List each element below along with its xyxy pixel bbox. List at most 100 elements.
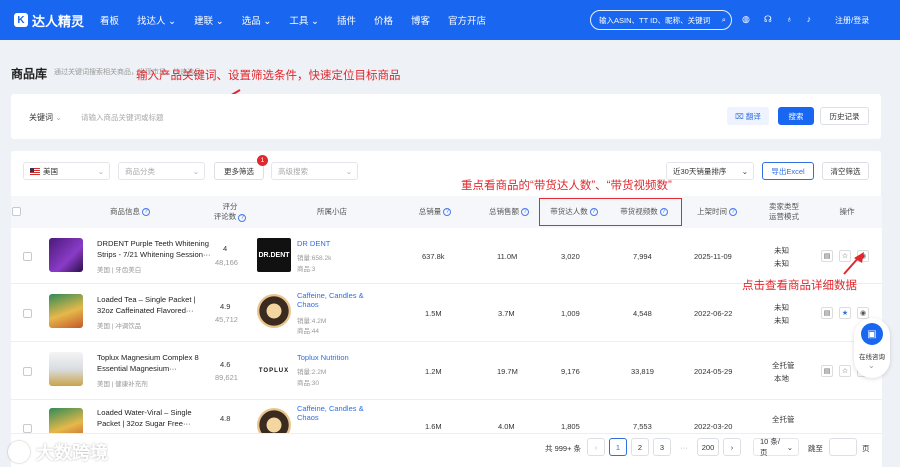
row-checkbox[interactable] (23, 424, 32, 433)
annotation-arrow-right (843, 252, 864, 275)
prev-page-button[interactable]: ‹ (587, 438, 605, 456)
shop-name[interactable]: Caffeine, Candles & Chaos (297, 404, 364, 422)
table-row[interactable]: DRDENT Purple Teeth Whitening Strips - 7/… (11, 228, 882, 284)
seller-type: 全托管 (772, 361, 795, 370)
annotation-top: 输入产品关键词、设置筛选条件，快速定位目标商品 (136, 70, 401, 82)
shop-logo[interactable]: DR.DENT (257, 238, 291, 272)
translate-button[interactable]: ⌧ 翻译 (727, 107, 769, 125)
row-checkbox[interactable] (23, 367, 32, 376)
product-title[interactable]: Loaded Tea – Single Packet | 32oz Caffein… (97, 294, 219, 316)
shop-logo[interactable]: TOPLUX (257, 354, 291, 388)
menu-item-find-creators[interactable]: 找达人 ⌄ (137, 13, 176, 27)
info-icon[interactable]: ? (238, 214, 247, 222)
globe-icon[interactable]: ◍ (742, 14, 750, 25)
review-count: 45,712 (215, 315, 238, 324)
row-checkbox[interactable] (23, 309, 32, 318)
menu-item-plugin[interactable]: 插件 (337, 13, 356, 27)
star-icon[interactable]: ☆ (839, 365, 851, 377)
product-title[interactable]: Loaded Water-Viral – Single Packet | 32oz… (97, 407, 219, 429)
menu-item-blog[interactable]: 博客 (411, 13, 430, 27)
sort-select[interactable]: 近30天销量排序 ⌄ (666, 162, 754, 180)
product-thumbnail[interactable] (49, 294, 83, 328)
table-row[interactable]: Toplux Magnesium Complex 8 Essential Magn… (11, 342, 882, 400)
goto-page-input[interactable] (829, 438, 857, 456)
clear-filters-button[interactable]: 清空筛选 (822, 162, 869, 180)
shop-name[interactable]: Caffeine, Candles & Chaos (297, 291, 364, 309)
col-total-revenue: 总销售额? (478, 196, 540, 228)
menu-item-dashboard[interactable]: 看板 (100, 13, 119, 27)
page-2-button[interactable]: 2 (631, 438, 649, 456)
seller-type: 未知 (774, 246, 789, 255)
copy-icon[interactable]: ▤ (821, 365, 833, 377)
pagination-ellipsis[interactable]: ··· (675, 438, 693, 456)
info-icon[interactable]: ? (443, 208, 452, 216)
login-link[interactable]: 注册/登录 (835, 15, 869, 26)
copy-icon[interactable]: ▤ (821, 307, 833, 319)
creator-count: 1,009 (561, 309, 580, 318)
category-select[interactable]: 商品分类 ⌄ (118, 162, 205, 180)
pagination-bar (11, 434, 882, 467)
advanced-search-select[interactable]: 高级搜索 ⌄ (271, 162, 358, 180)
shop-name[interactable]: Toplux Nutrition (297, 353, 349, 362)
total-sales: 1.6M (425, 422, 442, 431)
view-details-icon[interactable]: ◉ (857, 307, 869, 319)
info-icon[interactable]: ? (142, 208, 150, 216)
col-rating-reviews: 评分 评论数? (212, 196, 248, 228)
star-icon[interactable]: ★ (839, 307, 851, 319)
online-consult-label: 在线咨询 (859, 354, 885, 361)
logo[interactable]: K 达人精灵 (14, 11, 100, 30)
product-thumbnail[interactable] (49, 352, 83, 386)
menu-item-outreach[interactable]: 建联 ⌄ (194, 13, 224, 27)
shop-logo[interactable] (257, 408, 291, 433)
page-3-button[interactable]: 3 (653, 438, 671, 456)
total-revenue: 3.7M (498, 309, 515, 318)
menu-item-official-store[interactable]: 官方开店 (448, 13, 486, 27)
info-icon[interactable]: ? (729, 208, 737, 216)
history-button[interactable]: 历史记录 (820, 107, 869, 125)
shop-name[interactable]: DR DENT (297, 239, 330, 248)
more-filters-button[interactable]: 更多筛选 (214, 162, 264, 180)
lightbulb-icon[interactable]: ♁ (786, 14, 793, 25)
keyword-input[interactable]: 请输入商品关键词或标题 (81, 112, 164, 123)
product-thumbnail[interactable] (49, 238, 83, 272)
page-size-select[interactable]: 10 条/页 ⌄ (753, 437, 799, 457)
ops-mode: 未知 (774, 316, 789, 325)
select-all-checkbox[interactable] (12, 207, 21, 216)
headset-icon[interactable]: ☊ (764, 14, 772, 25)
col-launch-date: 上架时间? (690, 196, 744, 228)
page-1-button[interactable]: 1 (609, 438, 627, 456)
table-row[interactable]: Loaded Water-Viral – Single Packet | 32oz… (11, 400, 882, 434)
chevron-down-icon[interactable]: ⌄ (868, 361, 875, 370)
search-icon[interactable]: ⌕ (722, 15, 726, 25)
export-excel-button[interactable]: 导出Excel (762, 162, 814, 180)
menu-item-product-selection[interactable]: 选品 ⌄ (242, 13, 272, 27)
online-consult-widget[interactable]: ▣ 在线咨询 ⌄ (854, 318, 890, 378)
row-checkbox[interactable] (23, 252, 32, 261)
nav-icons: ◍ ☊ ♁ ♪ (742, 14, 811, 25)
search-button[interactable]: 搜索 (778, 107, 814, 125)
product-thumbnail[interactable] (49, 408, 83, 433)
country-select[interactable]: 美国 ⌄ (23, 162, 110, 180)
shop-logo[interactable] (257, 294, 291, 328)
review-count: 48,166 (215, 258, 238, 267)
global-search-input[interactable]: 输入ASIN、TT ID、昵称、关键词 ⌕ (590, 10, 732, 30)
total-revenue: 19.7M (497, 367, 518, 376)
menu-item-pricing[interactable]: 价格 (374, 13, 393, 27)
video-count: 7,553 (633, 422, 652, 431)
launch-date: 2022-03-20 (694, 422, 733, 431)
bell-icon[interactable]: ♪ (807, 14, 812, 25)
product-title[interactable]: DRDENT Purple Teeth Whitening Strips - 7/… (97, 238, 219, 260)
shop-items: 商品:3 (297, 266, 316, 273)
brand-name: 达人精灵 (32, 13, 85, 29)
next-page-button[interactable]: › (723, 438, 741, 456)
ops-mode: 未知 (774, 259, 789, 268)
highlight-box (539, 198, 682, 226)
info-icon[interactable]: ? (521, 208, 529, 216)
copy-icon[interactable]: ▤ (821, 250, 833, 262)
menu-item-tools[interactable]: 工具 ⌄ (289, 13, 319, 27)
page-last-button[interactable]: 200 (697, 438, 719, 456)
product-category: 美国 | 冲调饮品 (97, 323, 142, 330)
product-title[interactable]: Toplux Magnesium Complex 8 Essential Magn… (97, 352, 219, 374)
goto-label: 跳至 (808, 444, 823, 453)
keyword-dropdown[interactable]: 关键词 ⌄ (29, 112, 62, 123)
